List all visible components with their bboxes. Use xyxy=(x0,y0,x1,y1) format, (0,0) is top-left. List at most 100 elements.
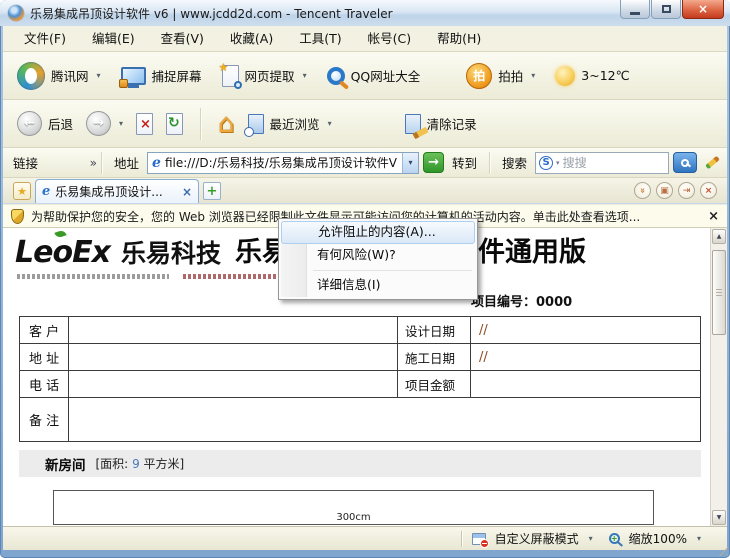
links-toolbar[interactable]: 链接 » xyxy=(3,153,97,172)
tab-close-icon[interactable]: × xyxy=(182,185,192,199)
search-placeholder: 搜搜 xyxy=(563,154,587,171)
menu-item-more-info[interactable]: 详细信息(I) xyxy=(281,274,475,297)
address-value[interactable]: file:///D:/乐易科技/乐易集成吊顶设计软件V xyxy=(165,154,402,171)
room-drawing[interactable]: 300cm xyxy=(53,490,654,525)
row-value-cell[interactable] xyxy=(69,371,398,397)
stop-button[interactable]: × xyxy=(136,113,153,135)
screen-capture-button[interactable]: 捕捉屏幕 xyxy=(121,66,202,85)
row-value2-cell[interactable]: // xyxy=(471,344,700,370)
scroll-down-button[interactable]: ▼ xyxy=(712,510,726,525)
row-value2-cell[interactable]: // xyxy=(471,317,700,343)
row-label: 地 址 xyxy=(20,344,69,370)
menu-account[interactable]: 帐号(C) xyxy=(355,26,424,51)
tab-bar: ★ e 乐易集成吊顶设计... × + » ▣ ⇥ × xyxy=(3,178,727,204)
dropdown-icon[interactable]: ▾ xyxy=(119,119,123,128)
favorites-button[interactable]: ★ xyxy=(13,182,31,200)
zoom-label[interactable]: 缩放100% xyxy=(629,530,687,547)
address-dropdown-button[interactable]: ▾ xyxy=(402,153,418,173)
menu-tools[interactable]: 工具(T) xyxy=(286,26,354,51)
maximize-icon xyxy=(662,5,671,13)
table-row: 客 户 设计日期 // xyxy=(20,317,700,344)
row-label2: 设计日期 xyxy=(398,317,471,343)
vertical-scrollbar[interactable]: ▲ ▼ xyxy=(710,228,727,526)
search-input[interactable]: S ▾ 搜搜 xyxy=(535,152,669,174)
dropdown-icon[interactable]: ▾ xyxy=(531,71,535,80)
refresh-icon: ↻ xyxy=(168,115,180,131)
address-input[interactable]: e file:///D:/乐易科技/乐易集成吊顶设计软件V ▾ xyxy=(147,152,419,174)
project-info-table: 客 户 设计日期 // 地 址 施工日期 // 电 话 项目金额 备 注 xyxy=(19,316,701,442)
title-bar[interactable]: 乐易集成吊顶设计软件 v6 | www.jcdd2d.com - Tencent… xyxy=(0,0,730,26)
weather-widget[interactable]: 3~12℃ xyxy=(555,66,629,86)
refresh-button[interactable]: ↻ xyxy=(166,113,183,135)
infobar-context-menu: 允许阻止的内容(A)... 有何风险(W)? 详细信息(I) xyxy=(278,218,478,300)
window-title: 乐易集成吊顶设计软件 v6 | www.jcdd2d.com - Tencent… xyxy=(30,5,393,22)
dropdown-icon[interactable]: ▾ xyxy=(303,71,307,80)
tencent-web-button[interactable]: 腾讯网 ▾ xyxy=(17,62,101,90)
qq-sites-button[interactable]: QQ网址大全 xyxy=(327,66,421,85)
back-button[interactable]: ← 后退 xyxy=(17,111,73,136)
recent-browsing-button[interactable]: 最近浏览 ▾ xyxy=(248,114,332,134)
nav-toolbar: ← 后退 → ▾ × ↻ ⌂ 最近浏览 ▾ 清除记录 xyxy=(3,100,727,148)
menu-edit[interactable]: 编辑(E) xyxy=(79,26,148,51)
maximize-button[interactable] xyxy=(651,0,681,19)
main-toolbar: 腾讯网 ▾ 捕捉屏幕 ★ 网页提取 ▾ QQ网址大全 拍 拍拍 ▾ 3~12℃ xyxy=(3,52,727,100)
search-engine-dropdown-icon[interactable]: ▾ xyxy=(556,159,560,167)
menu-help[interactable]: 帮助(H) xyxy=(424,26,494,51)
menu-file[interactable]: 文件(F) xyxy=(11,26,79,51)
go-button[interactable]: → xyxy=(423,152,444,173)
search-button[interactable] xyxy=(673,152,697,173)
table-row: 备 注 xyxy=(20,398,700,441)
menu-item-allow-blocked-content[interactable]: 允许阻止的内容(A)... xyxy=(281,221,475,244)
tab-title: 乐易集成吊顶设计... xyxy=(55,183,177,200)
infobar-close-icon[interactable]: × xyxy=(708,209,719,224)
logo-text-cn: 乐易科技 xyxy=(121,239,221,268)
go-label[interactable]: 转到 xyxy=(452,153,477,172)
paipai-icon: 拍 xyxy=(466,63,492,89)
close-tab-button[interactable]: × xyxy=(700,182,717,199)
menu-separator xyxy=(313,270,472,271)
close-button[interactable]: × xyxy=(682,0,724,19)
pencil-edit-icon[interactable] xyxy=(705,156,720,169)
toolbar-separator xyxy=(200,108,201,140)
links-label: 链接 xyxy=(13,153,38,172)
row-value2-cell[interactable] xyxy=(471,371,700,397)
block-mode-label[interactable]: 自定义屏蔽模式 xyxy=(495,530,579,547)
menu-item-what-is-risk[interactable]: 有何风险(W)? xyxy=(281,244,475,267)
tab-controls: » ▣ ⇥ × xyxy=(634,182,727,203)
overflow-chevron-icon[interactable]: » xyxy=(90,156,97,170)
menu-view[interactable]: 查看(V) xyxy=(148,26,217,51)
new-tab-button[interactable]: + xyxy=(203,182,221,200)
pin-tab-button[interactable]: ⇥ xyxy=(678,182,695,199)
scrollbar-thumb[interactable] xyxy=(712,250,726,335)
clear-history-button[interactable]: 清除记录 xyxy=(405,114,477,134)
minimize-button[interactable] xyxy=(620,0,650,19)
weather-sun-icon xyxy=(555,66,575,86)
menu-favorites[interactable]: 收藏(A) xyxy=(217,26,286,51)
status-separator xyxy=(461,531,462,547)
home-button[interactable]: ⌂ xyxy=(218,114,235,134)
zoom-dropdown-icon[interactable]: ▾ xyxy=(697,534,701,543)
clock-icon xyxy=(244,127,254,137)
home-icon: ⌂ xyxy=(218,114,235,134)
restore-tab-button[interactable]: ▣ xyxy=(656,182,673,199)
blocked-badge-icon xyxy=(480,539,489,548)
security-shield-icon xyxy=(11,209,24,224)
row-value-cell[interactable] xyxy=(69,317,398,343)
row-value-cell[interactable] xyxy=(69,398,700,441)
tab-list-button[interactable]: » xyxy=(634,182,651,199)
page-extract-button[interactable]: ★ 网页提取 ▾ xyxy=(222,65,307,87)
forward-button[interactable]: → ▾ xyxy=(86,111,123,136)
logo-text-en: LeoEx xyxy=(15,235,110,270)
block-mode-dropdown-icon[interactable]: ▾ xyxy=(589,534,593,543)
paipai-button[interactable]: 拍 拍拍 ▾ xyxy=(466,63,535,89)
dropdown-icon[interactable]: ▾ xyxy=(328,119,332,128)
leoex-logo: LeoEx 乐易科技 xyxy=(15,234,221,270)
dropdown-icon[interactable]: ▾ xyxy=(97,71,101,80)
project-number: 项目编号：0000 xyxy=(471,291,572,310)
row-value-cell[interactable] xyxy=(69,344,398,370)
scroll-up-button[interactable]: ▲ xyxy=(712,229,726,244)
screen-capture-icon xyxy=(121,67,146,85)
block-mode-icon xyxy=(472,533,486,545)
back-icon: ← xyxy=(17,111,42,136)
active-tab[interactable]: e 乐易集成吊顶设计... × xyxy=(35,179,199,203)
